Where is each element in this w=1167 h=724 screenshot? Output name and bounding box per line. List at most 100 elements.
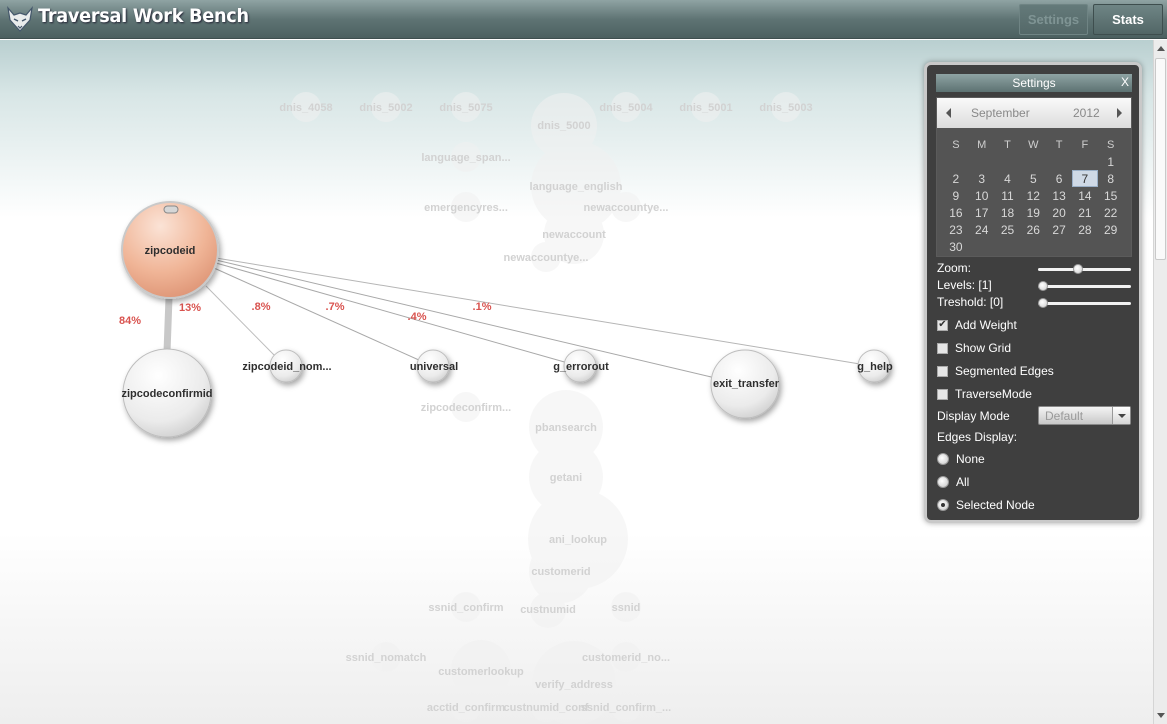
calendar-day[interactable] — [1098, 238, 1124, 255]
levels-slider-knob[interactable] — [1038, 281, 1048, 291]
ghost-label: ssnid_confirm — [428, 602, 503, 614]
calendar-day[interactable]: 16 — [943, 204, 969, 221]
edge-labels: 84% 13% .8% .7% .4% .1% — [119, 301, 492, 327]
ghost-label: zipcodeconfirm... — [421, 402, 511, 414]
calendar-day[interactable] — [969, 238, 995, 255]
levels-label: Levels: [1] — [937, 278, 992, 292]
scroll-down-icon[interactable] — [1157, 713, 1165, 718]
calendar-day-selected[interactable]: 7 — [1071, 170, 1098, 187]
segmented-edges-checkbox[interactable]: Segmented Edges — [937, 364, 1054, 378]
treshold-slider[interactable] — [1038, 298, 1131, 308]
node-label-g-errorout: g_errorout — [553, 361, 609, 373]
calendar-day[interactable] — [995, 238, 1021, 255]
calendar-day[interactable]: 29 — [1098, 221, 1124, 238]
radio-dot[interactable] — [937, 453, 949, 465]
calendar-day[interactable] — [1046, 153, 1072, 170]
calendar-day[interactable]: 30 — [943, 238, 969, 255]
calendar-day[interactable]: 10 — [969, 187, 995, 204]
calendar-week: 30 — [943, 238, 1127, 255]
checkbox-label: Show Grid — [955, 341, 1012, 355]
node-label-exit-transfer: exit_transfer — [713, 378, 780, 390]
calendar-day[interactable]: 25 — [995, 221, 1021, 238]
calendar-day[interactable]: 2 — [943, 170, 969, 187]
ghost-label: ssnid — [612, 602, 641, 614]
node-label-zipcodeconfirmid: zipcodeconfirmid — [121, 388, 212, 400]
show-grid-checkbox[interactable]: Show Grid — [937, 341, 1011, 355]
checkbox-label: Segmented Edges — [955, 364, 1054, 378]
calendar-day[interactable]: 20 — [1046, 204, 1072, 221]
checkbox-label: Add Weight — [955, 318, 1017, 332]
weekday-label: T — [1004, 138, 1011, 151]
calendar-day[interactable]: 12 — [1020, 187, 1046, 204]
close-icon[interactable]: X — [1121, 75, 1129, 89]
calendar-day[interactable] — [1020, 153, 1046, 170]
calendar-weekday-row: S M T W T F S — [943, 136, 1127, 153]
vertical-scrollbar[interactable] — [1153, 40, 1167, 724]
levels-slider[interactable] — [1038, 281, 1131, 291]
calendar-day[interactable] — [1020, 238, 1046, 255]
calendar-day[interactable]: 21 — [1072, 204, 1098, 221]
prev-month-icon[interactable] — [946, 108, 951, 118]
calendar-day[interactable]: 18 — [995, 204, 1021, 221]
calendar-grid: S M T W T F S 1 2 3 4 5 6 7 8 9 10 11 12… — [943, 136, 1127, 255]
calendar-day[interactable]: 19 — [1020, 204, 1046, 221]
calendar-day[interactable]: 23 — [943, 221, 969, 238]
edges-all-radio[interactable]: All — [937, 475, 969, 489]
traverse-mode-checkbox[interactable]: TraverseMode — [937, 387, 1032, 401]
radio-label: None — [956, 452, 985, 466]
calendar-day[interactable]: 1 — [1098, 153, 1124, 170]
scroll-up-icon[interactable] — [1157, 46, 1165, 51]
node-handle-icon[interactable] — [163, 205, 179, 214]
scrollbar-thumb[interactable] — [1155, 58, 1166, 260]
edges-selected-node-radio[interactable]: Selected Node — [937, 498, 1035, 512]
calendar-day[interactable]: 22 — [1098, 204, 1124, 221]
calendar-day[interactable] — [995, 153, 1021, 170]
calendar-day[interactable] — [1072, 238, 1098, 255]
calendar-day[interactable] — [969, 153, 995, 170]
radio-selected-indicator — [941, 503, 945, 507]
add-weight-checkbox[interactable]: ✔ Add Weight — [937, 318, 1017, 332]
dropdown-toggle[interactable] — [1112, 407, 1130, 424]
radio-dot[interactable] — [937, 499, 949, 511]
zoom-label: Zoom: — [937, 261, 972, 275]
calendar-day[interactable]: 5 — [1020, 170, 1046, 187]
ghost-label: getani — [550, 472, 582, 484]
calendar-day[interactable]: 17 — [969, 204, 995, 221]
edge-zipcodeid-zipcodeconfirmid[interactable] — [163, 297, 173, 353]
calendar-day[interactable]: 26 — [1020, 221, 1046, 238]
checkbox-box[interactable] — [937, 388, 948, 400]
calendar-day[interactable] — [943, 153, 969, 170]
checkbox-box[interactable] — [937, 365, 948, 377]
calendar-day[interactable]: 24 — [969, 221, 995, 238]
calendar-day[interactable] — [1072, 153, 1098, 170]
calendar-day[interactable]: 9 — [943, 187, 969, 204]
calendar-day[interactable]: 14 — [1072, 187, 1098, 204]
weekday-label: S — [1107, 138, 1115, 151]
settings-button[interactable]: Settings — [1019, 4, 1088, 35]
zoom-slider-knob[interactable] — [1072, 264, 1083, 274]
edge-zipcodeid-g-help[interactable] — [215, 257, 873, 367]
checkbox-box[interactable]: ✔ — [937, 319, 948, 331]
calendar-day[interactable]: 27 — [1046, 221, 1072, 238]
calendar-day[interactable]: 11 — [995, 187, 1021, 204]
settings-panel: Settings X September 2012 S M T W T F S — [924, 62, 1142, 523]
display-mode-select[interactable]: Default — [1038, 406, 1131, 425]
calendar-day[interactable]: 4 — [995, 170, 1021, 187]
treshold-slider-knob[interactable] — [1038, 298, 1048, 308]
radio-dot[interactable] — [937, 476, 949, 488]
display-mode-label: Display Mode — [937, 409, 1010, 423]
next-month-icon[interactable] — [1117, 108, 1122, 118]
calendar-day[interactable]: 3 — [969, 170, 995, 187]
edges-none-radio[interactable]: None — [937, 452, 985, 466]
calendar-day[interactable] — [1046, 238, 1072, 255]
calendar-day[interactable]: 6 — [1046, 170, 1072, 187]
edge-zipcodeid-universal[interactable] — [213, 267, 431, 366]
calendar-day[interactable]: 8 — [1098, 170, 1124, 187]
edge-zipcodeid-zipcodeid-nom[interactable] — [205, 285, 278, 359]
stats-button[interactable]: Stats — [1093, 4, 1163, 35]
zoom-slider[interactable] — [1038, 264, 1131, 274]
calendar-day[interactable]: 13 — [1046, 187, 1072, 204]
calendar-day[interactable]: 28 — [1072, 221, 1098, 238]
calendar-day[interactable]: 15 — [1098, 187, 1124, 204]
checkbox-box[interactable] — [937, 342, 948, 354]
